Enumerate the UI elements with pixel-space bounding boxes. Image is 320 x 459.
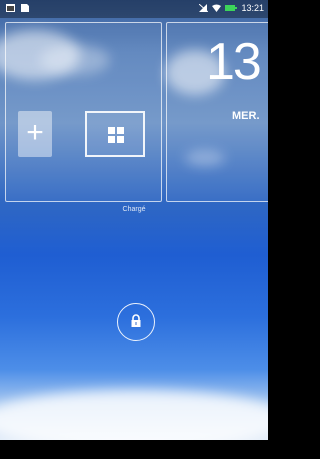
no-sim-icon	[199, 4, 209, 12]
clock-value: 13	[206, 33, 262, 91]
sim-icon	[21, 4, 29, 12]
status-time: 13:21	[241, 3, 264, 13]
status-bar: 13:21	[0, 0, 268, 18]
cloud-decoration	[0, 390, 268, 440]
charge-status-label: Chargé	[122, 206, 146, 213]
widget-panel-left[interactable]: +	[5, 22, 162, 202]
battery-charging-icon	[225, 5, 238, 11]
wifi-icon	[212, 4, 222, 12]
widgets-grid-icon	[108, 127, 124, 143]
add-widget-icon: +	[26, 116, 44, 149]
add-widget-button[interactable]: +	[18, 111, 52, 157]
unlock-button[interactable]	[117, 303, 155, 341]
lock-icon	[131, 314, 141, 327]
lockscreen: 13:21 + 13 MER. Chargé	[0, 0, 268, 440]
day-label: MER.	[232, 110, 260, 122]
widgets-button[interactable]	[85, 111, 145, 157]
gallery-icon	[6, 4, 15, 12]
navigation-bar	[0, 440, 268, 459]
